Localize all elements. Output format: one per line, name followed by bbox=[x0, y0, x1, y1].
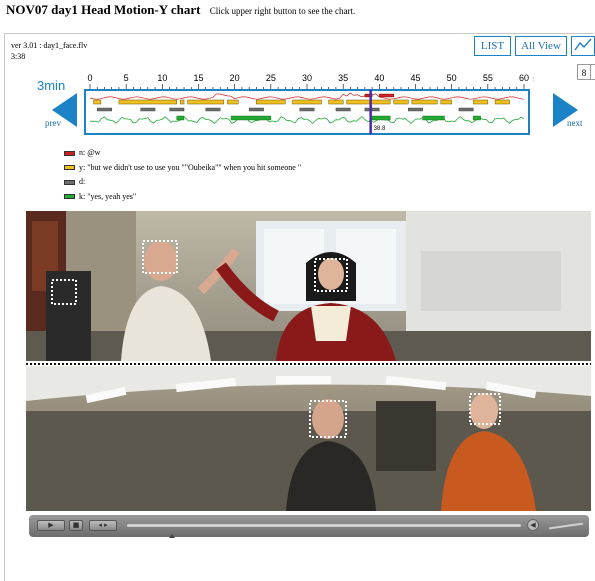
segment-d bbox=[140, 107, 156, 112]
duration-label: 3min bbox=[37, 78, 66, 93]
legend-swatch-k bbox=[64, 194, 75, 200]
segment-k bbox=[422, 115, 445, 121]
tick-label: 20 bbox=[230, 73, 240, 83]
legend: n: @w y: "but we didn't use to use you ""… bbox=[64, 146, 301, 204]
legend-swatch-d bbox=[64, 179, 75, 185]
play-icon: ▶ bbox=[48, 521, 54, 529]
segment-y bbox=[328, 99, 344, 105]
segment-d bbox=[458, 107, 474, 112]
segment-d bbox=[169, 107, 185, 112]
segment-y bbox=[494, 99, 510, 105]
legend-text-d: d: bbox=[79, 177, 86, 186]
legend-swatch-n bbox=[64, 150, 75, 156]
next-link[interactable]: next bbox=[567, 118, 583, 128]
playhead-label: 38.8 bbox=[374, 126, 386, 132]
page-title-text: NOV07 day1 Head Motion-Y chart bbox=[6, 2, 201, 17]
timeline-svg: 0 5 10 15 20 25 30 35 40 45 50 55 60 sec 38.8 bbox=[84, 73, 543, 135]
tab-extra[interactable] bbox=[590, 64, 595, 80]
video-frame[interactable] bbox=[26, 211, 591, 511]
tick-label: 50 bbox=[447, 73, 457, 83]
segment-n bbox=[379, 93, 395, 98]
tick-label: 55 bbox=[483, 73, 493, 83]
legend-item: k: "yes, yeah yes" bbox=[64, 190, 301, 205]
timeline-box bbox=[84, 89, 530, 135]
chart-line-icon bbox=[574, 38, 592, 51]
legend-text-n: n: @w bbox=[79, 148, 101, 157]
page-title: NOV07 day1 Head Motion-Y chart Click upp… bbox=[6, 2, 355, 18]
legend-swatch-y bbox=[64, 165, 75, 171]
legend-item: d: bbox=[64, 175, 301, 190]
segment-y bbox=[346, 99, 391, 105]
tick-label: 45 bbox=[410, 73, 420, 83]
segment-y bbox=[473, 99, 489, 105]
tick-label: 60 bbox=[519, 73, 529, 83]
legend-text-k: k: "yes, yeah yes" bbox=[79, 191, 137, 201]
segment-y bbox=[292, 99, 322, 105]
list-button[interactable]: LIST bbox=[474, 36, 511, 56]
tick-unit: sec bbox=[533, 77, 534, 83]
seek-thumb-icon[interactable] bbox=[169, 534, 175, 538]
tick-label: 10 bbox=[157, 73, 167, 83]
segment-y bbox=[440, 99, 452, 105]
segment-k bbox=[371, 115, 391, 121]
prev-link[interactable]: prev bbox=[45, 118, 61, 128]
seek-bar[interactable] bbox=[127, 524, 521, 527]
tab-number[interactable]: 8 bbox=[577, 64, 591, 80]
segment-d bbox=[335, 107, 351, 112]
stop-icon: ■ bbox=[72, 521, 80, 529]
segment-y bbox=[180, 99, 185, 105]
tick-label: 25 bbox=[266, 73, 276, 83]
legend-text-y: y: "but we didn't use to use you ""Oubei… bbox=[79, 162, 302, 172]
video-player-controls: ▶ ■ ◂ ▸ ◀ bbox=[29, 515, 589, 538]
tick-label: 35 bbox=[338, 73, 348, 83]
volume-slider[interactable] bbox=[549, 522, 583, 530]
segment-d bbox=[205, 107, 221, 112]
segment-d bbox=[364, 107, 380, 112]
segment-k bbox=[176, 115, 185, 121]
segment-y bbox=[393, 99, 409, 105]
volume-icon[interactable]: ◀ bbox=[527, 519, 539, 531]
version-info: ver 3.01 : day1_face.flv 3:38 bbox=[11, 40, 87, 62]
page-hint: Click upper right button to see the char… bbox=[209, 6, 356, 16]
chart-button[interactable] bbox=[571, 36, 595, 56]
segment-y bbox=[256, 99, 286, 105]
play-button[interactable]: ▶ bbox=[37, 520, 65, 531]
segment-y bbox=[93, 99, 102, 105]
segment-d bbox=[248, 107, 264, 112]
segment-d bbox=[299, 107, 315, 112]
all-view-button[interactable]: All View bbox=[515, 36, 567, 56]
tick-label: 0 bbox=[87, 73, 92, 83]
segment-k bbox=[230, 115, 272, 121]
tick-label: 15 bbox=[193, 73, 203, 83]
timeline[interactable]: 0 5 10 15 20 25 30 35 40 45 50 55 60 sec 38.8 bbox=[82, 72, 543, 136]
version-line: ver 3.01 : day1_face.flv bbox=[11, 41, 88, 50]
tick-label: 5 bbox=[124, 73, 129, 83]
legend-item: n: @w bbox=[64, 146, 301, 161]
step-button[interactable]: ◂ ▸ bbox=[89, 520, 117, 531]
tick-label: 40 bbox=[374, 73, 384, 83]
segment-k bbox=[473, 115, 481, 121]
segment-d bbox=[97, 107, 112, 112]
segment-y bbox=[227, 99, 239, 105]
segment-y bbox=[187, 99, 225, 105]
time-display: 3:38 bbox=[11, 52, 26, 61]
video-image bbox=[26, 211, 591, 511]
segment-d bbox=[408, 107, 423, 112]
segment-y bbox=[118, 99, 178, 105]
tick-label: 30 bbox=[302, 73, 312, 83]
stop-button[interactable]: ■ bbox=[69, 520, 83, 531]
segment-y bbox=[411, 99, 438, 105]
step-icon: ◂ ▸ bbox=[98, 521, 108, 529]
legend-item: y: "but we didn't use to use you ""Oubei… bbox=[64, 161, 301, 176]
